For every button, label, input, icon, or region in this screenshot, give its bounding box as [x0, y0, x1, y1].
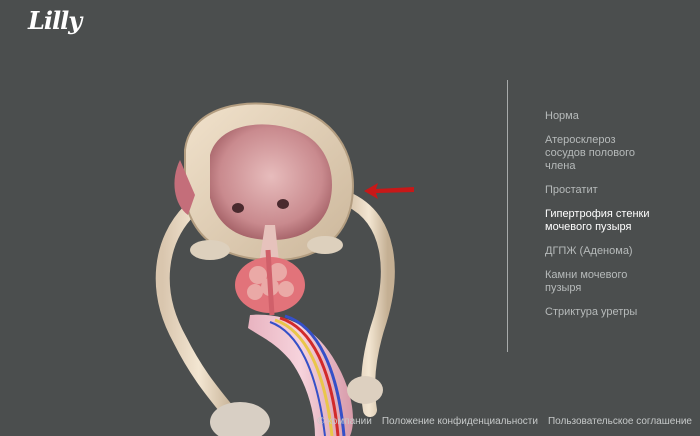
menu-item-norm[interactable]: Норма [545, 110, 695, 123]
seminal-vesicle-right [307, 236, 343, 254]
seminal-vesicle-left [190, 240, 230, 260]
menu-divider [507, 80, 508, 352]
condition-menu: Норма Атеросклероз сосудов полового член… [545, 110, 695, 330]
right-lower-structure [347, 376, 383, 404]
menu-item-prostatitis[interactable]: Простатит [545, 184, 695, 197]
menu-item-atherosclerosis[interactable]: Атеросклероз сосудов полового члена [545, 134, 695, 173]
bladder-cavity [210, 124, 332, 240]
anatomy-model-viewer[interactable] [140, 80, 470, 436]
footer-link-terms[interactable]: Пользовательское соглашение [548, 416, 692, 430]
red-arrow-icon [364, 183, 414, 199]
lilly-logo: Lilly [28, 6, 82, 35]
left-ureteral-orifice [232, 203, 244, 213]
footer-link-privacy[interactable]: Положение конфиденциальности [382, 416, 538, 430]
right-ureteral-orifice [277, 199, 289, 209]
menu-item-bladder-stones[interactable]: Камни мочевого пузыря [545, 269, 695, 295]
menu-item-urethral-stricture[interactable]: Стриктура уретры [545, 306, 695, 319]
footer-link-company[interactable]: © компании [317, 416, 372, 430]
menu-item-bph[interactable]: ДГПЖ (Аденома) [545, 245, 695, 258]
menu-item-bladder-wall-hypertrophy[interactable]: Гипертрофия стенки мочевого пузыря [545, 208, 695, 234]
app-window: Lilly Норма Атеросклероз сосудов половог… [0, 0, 700, 436]
footer-links: © компании Положение конфиденциальности … [317, 416, 692, 430]
